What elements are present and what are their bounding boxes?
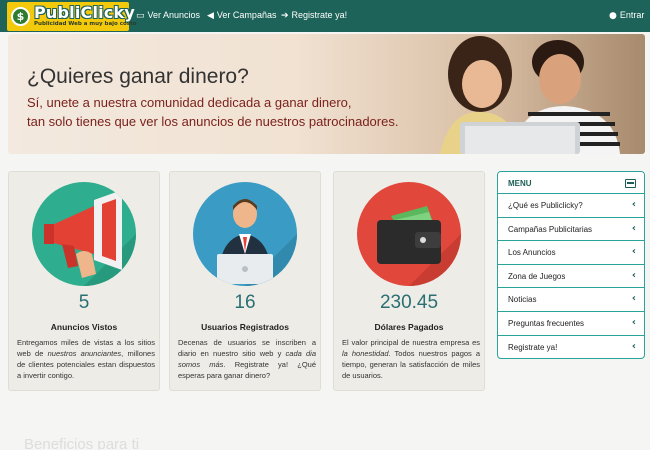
chevron-left-icon: ‹ (631, 293, 636, 305)
chevron-left-icon: ‹ (631, 269, 636, 281)
nav-label: Entrar (619, 10, 645, 20)
nav-ver-anuncios[interactable]: ▭ Ver Anuncios (136, 10, 200, 21)
nav-label: Registrate ya! (291, 10, 348, 20)
nav-entrar[interactable]: ● Entrar (609, 10, 644, 21)
menu-item-label: Zona de Juegos (508, 271, 566, 281)
top-navbar: $ PubliClicky Publicidad Web a muy bajo … (0, 0, 650, 32)
chevron-left-icon: ‹ (631, 316, 636, 328)
stat-card-usuarios: 16 Usuarios Registrados Decenas de usuar… (169, 171, 321, 391)
stat-card-dolares: 230.45 Dólares Pagados El valor principa… (333, 171, 485, 391)
menu-item-juegos[interactable]: Zona de Juegos ‹ (498, 265, 644, 289)
side-menu: MENU ¿Qué es Publiclicky? ‹ Campañas Publ… (497, 171, 645, 359)
menu-item-label: Noticias (508, 295, 537, 305)
menu-item-registrate[interactable]: Registrate ya! ‹ (498, 336, 644, 358)
menu-item-label: Campañas Publicitarias (508, 224, 593, 234)
hero-subtitle-line1: Sí, unete a nuestra comunidad dedicada a… (27, 95, 352, 110)
user-at-computer-icon (193, 182, 297, 286)
hero-subtitle-line2: tan solo tienes que ver los anuncios de … (27, 114, 399, 129)
stat-description: El valor principal de nuestra empresa es… (342, 338, 480, 380)
nav-label: Ver Campañas (216, 10, 277, 20)
stat-description: Entregamos miles de vistas a los sitios … (17, 338, 155, 380)
nav-ver-campanas[interactable]: ◀ Ver Campañas (207, 10, 276, 21)
stat-value: 16 (234, 292, 256, 313)
logo-name: PubliClicky (34, 3, 136, 22)
logo-tagline: Publicidad Web a muy bajo costo (34, 21, 137, 27)
stat-label: Usuarios Registrados (201, 322, 289, 332)
menu-item-preguntas[interactable]: Preguntas frecuentes ‹ (498, 312, 644, 336)
menu-item-label: Preguntas frecuentes (508, 318, 585, 328)
sign-in-icon: ➔ (281, 11, 289, 21)
user-icon: ● (609, 11, 617, 21)
megaphone-icon (32, 182, 136, 286)
menu-item-label: Registrate ya! (508, 342, 558, 352)
chevron-left-icon: ‹ (631, 246, 636, 258)
chevron-left-icon: ‹ (631, 340, 636, 352)
menu-toggle-icon[interactable] (625, 179, 636, 188)
stat-card-anuncios: 5 Anuncios Vistos Entregamos miles de vi… (8, 171, 160, 391)
nav-label: Ver Anuncios (147, 10, 201, 20)
nav-registrate[interactable]: ➔ Registrate ya! (281, 10, 347, 21)
wallet-icon (357, 182, 461, 286)
chevron-left-icon: ‹ (631, 199, 636, 210)
menu-item-campanas[interactable]: Campañas Publicitarias ‹ (498, 218, 644, 242)
menu-header[interactable]: MENU (498, 172, 644, 194)
stat-label: Dólares Pagados (374, 322, 444, 332)
couple-photo (440, 36, 620, 154)
hero-banner: ¿Quieres ganar dinero? Sí, unete a nuest… (8, 34, 645, 154)
menu-item-label: Los Anuncios (508, 248, 556, 258)
menu-item-noticias[interactable]: Noticias ‹ (498, 288, 644, 312)
stat-value: 230.45 (379, 292, 439, 313)
stat-value: 5 (78, 292, 90, 313)
chevron-left-icon: ‹ (631, 222, 636, 234)
megaphone-icon: ◀ (207, 11, 214, 21)
hero-title: ¿Quieres ganar dinero? (27, 65, 249, 88)
menu-item-label: ¿Qué es Publiclicky? (508, 201, 583, 210)
coin-icon: $ (11, 7, 30, 26)
benefits-heading: Beneficios para ti (24, 436, 140, 450)
tv-icon: ▭ (136, 11, 145, 21)
publiclicky-logo[interactable]: $ PubliClicky Publicidad Web a muy bajo … (7, 2, 136, 31)
menu-item-anuncios[interactable]: Los Anuncios ‹ (498, 241, 644, 265)
menu-title: MENU (508, 179, 532, 188)
menu-item-que-es[interactable]: ¿Qué es Publiclicky? ‹ (498, 194, 644, 218)
stat-label: Anuncios Vistos (50, 322, 118, 332)
stat-description: Decenas de usuarios se inscriben a diari… (178, 338, 316, 380)
